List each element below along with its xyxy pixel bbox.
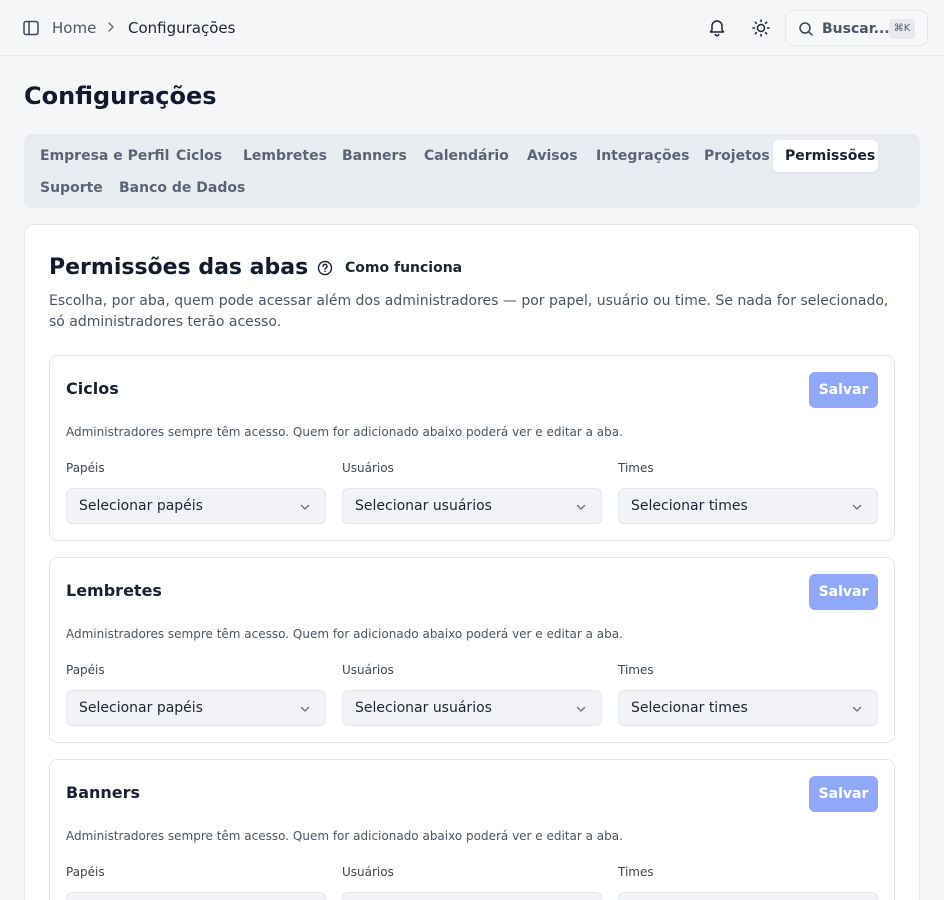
breadcrumb-home[interactable]: Home xyxy=(52,19,96,37)
admin-access-note: Administradores sempre têm acesso. Quem … xyxy=(66,627,623,641)
chevron-down-icon xyxy=(300,706,310,712)
users-label: Usuários xyxy=(342,663,394,677)
teams-select-value: Selecionar times xyxy=(631,498,748,514)
roles-select-value: Selecionar papéis xyxy=(79,700,203,716)
tab-banco-de-dados[interactable]: Banco de Dados xyxy=(107,172,257,204)
sun-icon[interactable] xyxy=(751,18,771,38)
teams-select[interactable]: Selecionar times xyxy=(618,690,878,726)
roles-select[interactable]: Selecionar papéis xyxy=(66,690,326,726)
breadcrumb-current: Configurações xyxy=(128,19,236,37)
permission-card-lembretes: Lembretes Salvar Administradores sempre … xyxy=(49,557,895,743)
teams-select-value: Selecionar times xyxy=(631,700,748,716)
users-label: Usuários xyxy=(342,461,394,475)
users-label: Usuários xyxy=(342,865,394,879)
search-input[interactable]: Buscar... ⌘K xyxy=(785,10,928,46)
tab-projetos[interactable]: Projetos xyxy=(692,140,782,172)
chevron-down-icon xyxy=(576,504,586,510)
search-placeholder: Buscar... xyxy=(822,21,890,37)
users-select-value: Selecionar usuários xyxy=(355,700,492,716)
tab-ciclos[interactable]: Ciclos xyxy=(164,140,234,172)
teams-select[interactable] xyxy=(618,892,878,900)
tab-banners[interactable]: Banners xyxy=(330,140,419,172)
save-button[interactable]: Salvar xyxy=(809,776,878,812)
bell-icon[interactable] xyxy=(707,18,727,38)
section-description: Escolha, por aba, quem pode acessar além… xyxy=(49,293,889,330)
tab-empresa-perfil[interactable]: Empresa e Perfil xyxy=(28,140,181,172)
section-title: Permissões das abas xyxy=(49,255,309,280)
teams-label: Times xyxy=(618,461,654,475)
save-button[interactable]: Salvar xyxy=(809,574,878,610)
roles-label: Papéis xyxy=(66,461,105,475)
chevron-right-icon xyxy=(108,22,114,32)
tab-lembretes[interactable]: Lembretes xyxy=(231,140,339,172)
roles-select[interactable]: Selecionar papéis xyxy=(66,488,326,524)
chevron-down-icon xyxy=(576,706,586,712)
help-circle-icon xyxy=(317,260,333,276)
tab-permissoes[interactable]: Permissões xyxy=(773,140,878,172)
settings-tabs: Empresa e Perfil Ciclos Lembretes Banner… xyxy=(24,134,920,208)
chevron-down-icon xyxy=(852,504,862,510)
tab-suporte[interactable]: Suporte xyxy=(28,172,115,204)
tab-calendario[interactable]: Calendário xyxy=(412,140,521,172)
permission-card-banners: Banners Salvar Administradores sempre tê… xyxy=(49,759,895,900)
chevron-down-icon xyxy=(852,706,862,712)
permissions-panel: Permissões das abas Como funciona Escolh… xyxy=(24,224,920,900)
users-select[interactable] xyxy=(342,892,602,900)
save-button[interactable]: Salvar xyxy=(809,372,878,408)
tab-avisos[interactable]: Avisos xyxy=(515,140,590,172)
roles-label: Papéis xyxy=(66,663,105,677)
permission-card-title: Lembretes xyxy=(66,581,162,600)
roles-label: Papéis xyxy=(66,865,105,879)
users-select[interactable]: Selecionar usuários xyxy=(342,690,602,726)
search-shortcut-badge: ⌘K xyxy=(889,19,915,39)
permission-card-title: Banners xyxy=(66,783,141,802)
users-select[interactable]: Selecionar usuários xyxy=(342,488,602,524)
chevron-down-icon xyxy=(300,504,310,510)
roles-select[interactable] xyxy=(66,892,326,900)
top-bar: Home Configurações Buscar... ⌘K xyxy=(0,0,944,56)
admin-access-note: Administradores sempre têm acesso. Quem … xyxy=(66,425,623,439)
search-icon xyxy=(799,22,813,36)
permission-card-title: Ciclos xyxy=(66,379,119,398)
teams-label: Times xyxy=(618,663,654,677)
teams-select[interactable]: Selecionar times xyxy=(618,488,878,524)
roles-select-value: Selecionar papéis xyxy=(79,498,203,514)
permission-card-ciclos: Ciclos Salvar Administradores sempre têm… xyxy=(49,355,895,541)
page-title: Configurações xyxy=(24,82,217,110)
teams-label: Times xyxy=(618,865,654,879)
sidebar-toggle-icon[interactable] xyxy=(22,19,40,37)
tab-integracoes[interactable]: Integrações xyxy=(584,140,701,172)
users-select-value: Selecionar usuários xyxy=(355,498,492,514)
how-it-works-label: Como funciona xyxy=(345,260,463,276)
admin-access-note: Administradores sempre têm acesso. Quem … xyxy=(66,829,623,843)
